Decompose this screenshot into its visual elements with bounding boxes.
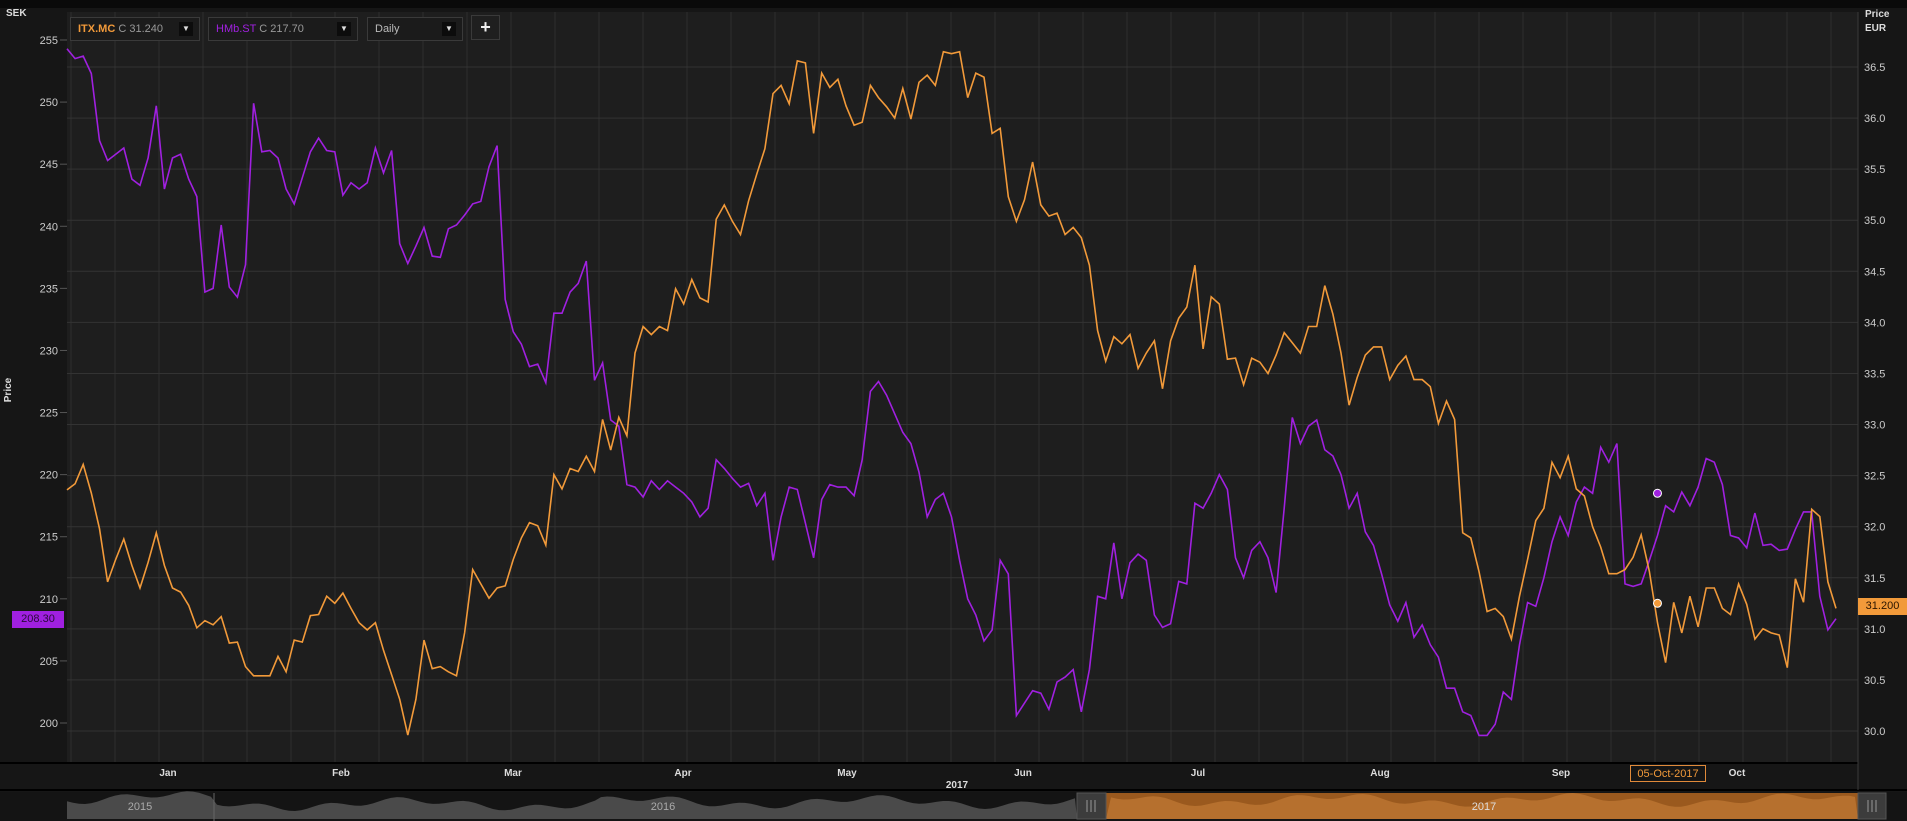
left-axis-title: Price [3,377,14,402]
series-close: C 217.70 [259,23,304,35]
left-tick-label: 250 [40,97,58,109]
left-tick-label: 225 [40,408,58,420]
price-chart[interactable]: 200 205 210 215 220 225 230 235 240 245 250 255 30.… [0,0,1907,821]
x-tick-label: Aug [1370,768,1389,779]
left-tick-label: 220 [40,470,58,482]
series-selector-itx[interactable]: ITX.MC C 31.240 ▼ [70,17,200,41]
left-tick-label: 215 [40,532,58,544]
left-tick-label: 200 [40,718,58,730]
series-symbol: HMb.ST [216,23,257,35]
hover-point-itx-mc [1652,598,1662,608]
add-series-button[interactable]: + [471,15,500,40]
navigator-year-2015: 2015 [128,801,152,813]
plot-area[interactable] [67,12,1858,763]
crosshair-date-label: 05-Oct-2017 [1630,765,1706,782]
left-tick-label: 230 [40,345,58,357]
left-tick-label: 245 [40,159,58,171]
x-tick-label: Mar [504,768,522,779]
left-tick-label: 210 [40,594,58,606]
x-tick-label: May [837,768,857,779]
left-tick-label: 235 [40,283,58,295]
right-tick-label: 36.0 [1864,113,1885,125]
x-axis-band [0,763,1858,790]
series-selector-hm[interactable]: HMb.ST C 217.70 ▼ [208,17,358,41]
x-axis-year: 2017 [946,780,969,791]
interval-value: Daily [375,23,400,35]
last-value-left: 208.30 [12,611,64,628]
right-tick-label: 36.5 [1864,62,1885,74]
navigator[interactable]: 2015 2016 2017 [0,791,1907,821]
x-tick-label: Jun [1014,768,1032,779]
x-tick-label: Jan [159,768,176,779]
right-tick-label: 31.0 [1864,624,1885,636]
right-axis-title: Price [1865,9,1890,20]
right-tick-label: 30.5 [1864,675,1885,687]
left-tick-label: 205 [40,656,58,668]
left-axis-unit: SEK [6,8,27,19]
series-symbol: ITX.MC [78,23,116,35]
right-tick-label: 35.0 [1864,215,1885,227]
right-tick-label: 34.0 [1864,317,1885,329]
right-tick-label: 33.5 [1864,368,1885,380]
interval-select[interactable]: Daily ▼ [367,17,463,41]
chevron-down-icon[interactable]: ▼ [179,22,193,36]
navigator-year-2017: 2017 [1472,801,1496,813]
x-tick-label: Feb [332,768,350,779]
right-tick-label: 34.5 [1864,266,1885,278]
right-tick-label: 31.5 [1864,573,1885,585]
x-tick-label: Sep [1552,768,1570,779]
chevron-down-icon[interactable]: ▼ [337,22,351,36]
left-tick-label: 240 [40,221,58,233]
chevron-down-icon[interactable]: ▼ [442,22,456,36]
x-tick-label: Oct [1729,768,1746,779]
navigator-year-2016: 2016 [651,801,675,813]
right-axis-unit: EUR [1865,23,1887,34]
x-tick-label: Jul [1191,768,1206,779]
right-tick-label: 33.0 [1864,420,1885,432]
right-tick-label: 35.5 [1864,164,1885,176]
last-value-right: 31.200 [1858,598,1907,615]
series-close: C 31.240 [118,23,163,35]
hover-point-hmb-st [1652,488,1662,498]
right-tick-label: 32.0 [1864,522,1885,534]
right-tick-label: 32.5 [1864,471,1885,483]
right-tick-label: 30.0 [1864,726,1885,738]
left-tick-label: 255 [40,35,58,47]
x-tick-label: Apr [674,768,691,779]
